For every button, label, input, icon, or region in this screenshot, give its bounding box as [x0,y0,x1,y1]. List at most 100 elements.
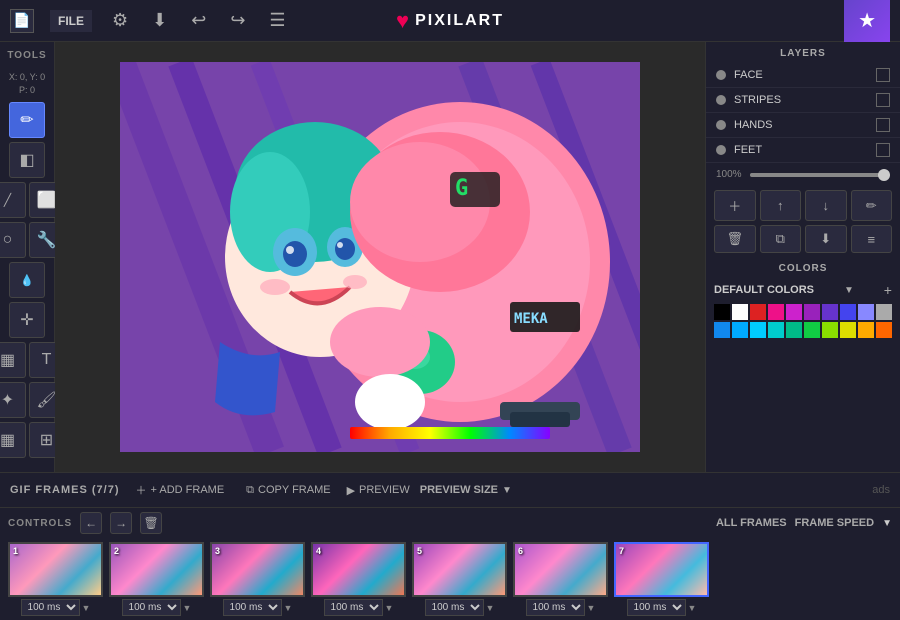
copy-frame-btn[interactable]: ⧉ COPY FRAME [240,481,336,500]
color-swatch-8[interactable] [858,304,874,320]
download-icon-btn[interactable]: ⬇ [148,6,171,35]
frame-thumb-7[interactable]: 7 [614,542,709,597]
delete-frame-btn[interactable]: 🗑 [140,512,162,534]
color-swatch-7[interactable] [840,304,856,320]
delete-layer-btn[interactable]: 🗑 [714,225,756,253]
menu-icon-btn[interactable]: ☰ [265,6,289,35]
frame-speed-select-3[interactable]: 100 ms [223,599,282,616]
frame-speed-select-2[interactable]: 100 ms [122,599,181,616]
eraser-tool[interactable]: ◧ [9,142,45,178]
layer-hands[interactable]: HANDS [706,113,900,138]
color-swatch-4[interactable] [786,304,802,320]
color-swatch-18[interactable] [858,322,874,338]
frame-strip: 1100 ms▼2100 ms▼3100 ms▼4100 ms▼5100 ms▼… [0,538,900,620]
frame-thumb-2[interactable]: 2 [109,542,204,597]
edit-layer-btn[interactable]: ✏ [851,190,893,221]
copy-layer-btn[interactable]: ⧉ [760,225,802,253]
brand-heart-icon: ♥ [396,8,409,34]
settings-icon-btn[interactable]: ⚙ [108,6,132,35]
preview-size[interactable]: PREVIEW SIZE ▼ [420,484,512,496]
merge-layer-btn[interactable]: ⬇ [805,225,847,253]
frame-number-2: 2 [114,546,119,556]
line-tool[interactable]: ╱ [0,182,26,218]
star-button[interactable]: ★ [844,0,890,42]
layer-face-visibility[interactable] [876,68,890,82]
color-swatch-17[interactable] [840,322,856,338]
add-frame-btn[interactable]: ＋ + ADD FRAME [130,479,231,501]
frame-speed-arrow[interactable]: ▼ [882,518,892,529]
frame-speed-arrow-5[interactable]: ▼ [486,603,495,613]
prev-frame-btn[interactable]: ← [80,512,102,534]
color-swatch-12[interactable] [750,322,766,338]
color-swatch-13[interactable] [768,322,784,338]
layer-feet-dot [716,145,726,155]
frame-speed-arrow-7[interactable]: ▼ [688,603,697,613]
circle-tool[interactable]: ○ [0,222,26,258]
color-swatch-0[interactable] [714,304,730,320]
layer-stripes[interactable]: STRIPES [706,88,900,113]
color-swatch-2[interactable] [750,304,766,320]
frame-thumb-3[interactable]: 3 [210,542,305,597]
color-swatch-3[interactable] [768,304,784,320]
canvas[interactable]: G MEKA [120,62,640,452]
frame-thumb-1[interactable]: 1 [8,542,103,597]
frame-speed-select-4[interactable]: 100 ms [324,599,383,616]
frame-speed-select-5[interactable]: 100 ms [425,599,484,616]
frame-speed-arrow-3[interactable]: ▼ [284,603,293,613]
opacity-track[interactable] [750,173,890,177]
frame-speed-select-1[interactable]: 100 ms [21,599,80,616]
coord-display: X: 0, Y: 0P: 0 [7,69,47,98]
color-swatch-10[interactable] [714,322,730,338]
layer-feet[interactable]: FEET [706,138,900,163]
move-tool[interactable]: ✛ [9,302,45,338]
add-layer-btn[interactable]: ＋ [714,190,756,221]
undo-icon-btn[interactable]: ↩ [187,6,210,35]
color-swatch-5[interactable] [804,304,820,320]
frame-number-1: 1 [13,546,18,556]
frame-speed-arrow-2[interactable]: ▼ [183,603,192,613]
color-grid [714,304,892,338]
move-up-btn[interactable]: ↑ [760,190,802,221]
next-frame-btn[interactable]: → [110,512,132,534]
frame-speed-arrow-6[interactable]: ▼ [587,603,596,613]
layer-hands-visibility[interactable] [876,118,890,132]
layer-stripes-visibility[interactable] [876,93,890,107]
color-swatch-6[interactable] [822,304,838,320]
preview-btn[interactable]: ▶ PREVIEW [347,484,410,497]
redo-icon-btn[interactable]: ↪ [226,6,249,35]
color-swatch-19[interactable] [876,322,892,338]
color-swatch-16[interactable] [822,322,838,338]
play-icon: ▶ [347,484,355,497]
grid-tool[interactable]: ▦ [0,422,26,458]
color-swatch-1[interactable] [732,304,748,320]
color-swatch-11[interactable] [732,322,748,338]
move-down-btn[interactable]: ↓ [805,190,847,221]
wand-tool[interactable]: ✦ [0,382,26,418]
opacity-thumb[interactable] [878,169,890,181]
frame-thumb-5[interactable]: 5 [412,542,507,597]
frame-thumb-6[interactable]: 6 [513,542,608,597]
colors-header: DEFAULT COLORS ▼ + [714,282,892,298]
file-button[interactable]: FILE [50,10,92,32]
flatten-layer-btn[interactable]: ≡ [851,225,893,253]
add-color-btn[interactable]: + [884,282,892,298]
frame-speed-select-6[interactable]: 100 ms [526,599,585,616]
color-swatch-14[interactable] [786,322,802,338]
frame-speed-arrow-4[interactable]: ▼ [385,603,394,613]
color-swatch-15[interactable] [804,322,820,338]
colors-section-title: COLORS [706,257,900,278]
layer-face[interactable]: FACE [706,63,900,88]
frame-thumb-4[interactable]: 4 [311,542,406,597]
pencil-tool[interactable]: ✏ [9,102,45,138]
colors-dropdown-arrow[interactable]: ▼ [844,285,854,296]
layer-feet-visibility[interactable] [876,143,890,157]
stamp-tool[interactable]: ▦ [0,342,26,378]
frame-number-3: 3 [215,546,220,556]
layer-stripes-dot [716,95,726,105]
left-tools-panel: TOOLS X: 0, Y: 0P: 0 ✏ ◧ ╱ ⬜ ○ 🔧 💧 ✛ ▦ T… [0,42,55,472]
frame-speed-select-7[interactable]: 100 ms [627,599,686,616]
canvas-area[interactable]: G MEKA [55,42,705,472]
color-picker-tool[interactable]: 💧 [9,262,45,298]
color-swatch-9[interactable] [876,304,892,320]
frame-speed-arrow-1[interactable]: ▼ [82,603,91,613]
